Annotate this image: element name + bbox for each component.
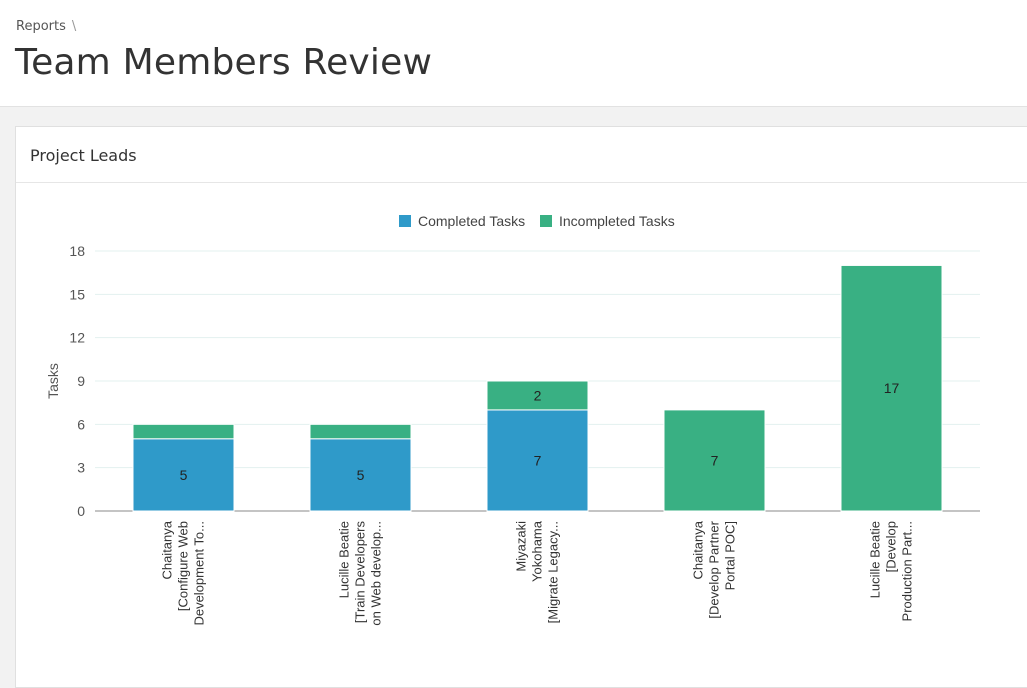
- y-axis-label: Tasks: [45, 363, 61, 399]
- y-tick-label: 9: [77, 373, 85, 389]
- x-tick-label: Miyazaki: [514, 521, 529, 572]
- x-tick-label: [Train Developers: [353, 521, 368, 624]
- x-tick-label: Production Part...: [900, 521, 915, 621]
- bar-data-label: 5: [357, 467, 365, 483]
- y-tick-label: 6: [77, 416, 85, 432]
- bar-data-label: 2: [534, 387, 542, 403]
- legend-item-incompleted: Incompleted Tasks: [559, 213, 675, 229]
- bar-incompleted: [132, 423, 235, 440]
- legend-swatch: [399, 215, 411, 227]
- x-tick-label: on Web develop...: [369, 521, 384, 626]
- x-tick-label: Yokohama: [530, 520, 545, 582]
- y-tick-label: 0: [77, 503, 85, 519]
- bar-incompleted: [309, 423, 412, 440]
- x-tick-label: Chaitanya: [691, 520, 706, 579]
- bar-data-label: 7: [711, 452, 719, 468]
- legend-swatch: [540, 215, 552, 227]
- x-tick-label: [Develop Partner: [707, 520, 722, 618]
- x-tick-label: Development To...: [192, 521, 207, 626]
- x-tick-label: Chaitanya: [160, 520, 175, 579]
- bar-data-label: 17: [884, 380, 900, 396]
- x-tick-label: [Migrate Legacy...: [546, 521, 561, 623]
- y-tick-label: 3: [77, 460, 85, 476]
- y-tick-label: 12: [69, 330, 85, 346]
- legend-item-completed: Completed Tasks: [418, 213, 525, 229]
- x-tick-label: [Develop: [884, 521, 899, 572]
- y-tick-label: 18: [69, 243, 85, 259]
- project-leads-chart: 0 3 6 9 12 15 18 Tasks Completed Tasks Incomplete…: [45, 213, 980, 626]
- x-tick-label: Lucille Beatie: [337, 521, 352, 598]
- bar-data-label: 7: [534, 452, 542, 468]
- y-tick-label: 15: [69, 286, 85, 302]
- x-tick-label: Lucille Beatie: [868, 521, 883, 598]
- bar-data-label: 5: [180, 467, 188, 483]
- x-tick-label: Portal POC]: [723, 521, 738, 590]
- x-tick-label: [Configure Web: [176, 521, 191, 611]
